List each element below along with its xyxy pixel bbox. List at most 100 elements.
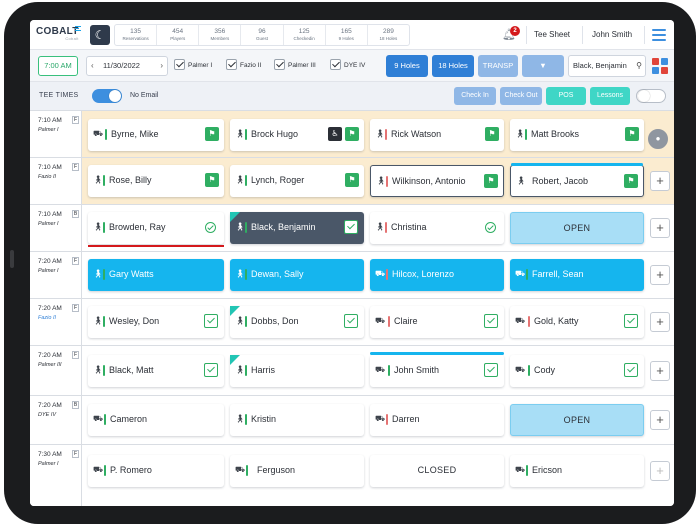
add-player-button[interactable]: + <box>650 410 670 430</box>
player-slot-selected[interactable]: 🚶︎ Black, Benjamin <box>230 212 364 244</box>
player-slot[interactable]: ⛟ John Smith <box>370 352 504 387</box>
cart-icon: ⛟ <box>375 414 386 423</box>
walker-icon: 🚶︎ <box>376 176 387 185</box>
player-slot[interactable]: ⛟ P. Romero <box>88 455 224 487</box>
open-slot[interactable]: OPEN <box>510 212 644 244</box>
cart-icon: ⛟ <box>515 465 526 474</box>
walker-icon: 🚶︎ <box>515 129 526 138</box>
add-player-button[interactable]: + <box>650 171 670 191</box>
stat-members: 356 Members <box>199 25 242 45</box>
player-slot[interactable]: 🚶︎ Wesley, Don <box>88 306 224 338</box>
player-slot[interactable]: ⛟ Cameron <box>88 404 224 436</box>
time-select[interactable]: 7:00 AM <box>38 56 78 76</box>
top-bar: COBALT Cobalt ☾ 135 Reservations 454 Playe… <box>30 20 674 50</box>
dark-mode-button[interactable]: ☾ <box>90 25 110 45</box>
check-circle-icon <box>205 222 216 233</box>
player-slot[interactable]: ⛟ Gold, Katty <box>510 306 644 338</box>
add-player-button[interactable]: + <box>650 265 670 285</box>
search-icon[interactable]: ⚲ <box>636 56 642 76</box>
player-slot[interactable]: 🚶︎ Kristin <box>230 404 364 436</box>
user-name[interactable]: John Smith <box>592 30 632 39</box>
divider <box>582 26 583 44</box>
walker-icon: 🚶︎ <box>235 175 246 184</box>
wheelchair-icon: ♿︎ <box>328 127 342 141</box>
add-player-button[interactable]: + <box>650 218 670 238</box>
player-slot[interactable]: 🚶︎ Browden, Ray <box>88 212 224 247</box>
open-slot[interactable]: OPEN <box>510 404 644 436</box>
lessons-button[interactable]: Lessons <box>590 87 630 105</box>
player-slot[interactable]: 🚶︎ Rick Watson ⚑ <box>370 119 504 151</box>
player-slot[interactable]: 🚶︎ Lynch, Roger ⚑ <box>230 165 364 197</box>
add-player-button[interactable]: + <box>650 361 670 381</box>
add-player-button[interactable]: + <box>650 312 670 332</box>
cart-icon: ⛟ <box>93 414 104 423</box>
stat-9-holes: 165 9 Holes <box>326 25 368 45</box>
player-slot[interactable]: 🚶︎ Christina <box>370 212 504 244</box>
player-slot[interactable]: 🚶︎ Dewan, Sally <box>230 259 364 291</box>
grid-view-icon[interactable] <box>652 58 668 74</box>
chevron-left-icon[interactable]: ‹ <box>91 57 94 75</box>
transp-button[interactable]: TRANSP <box>478 55 518 77</box>
walker-icon: 🚶︎ <box>93 175 104 184</box>
player-slot[interactable]: 🚶︎ Black, Matt <box>88 355 224 387</box>
check-square-icon <box>484 363 498 377</box>
player-slot[interactable]: ⛟ Darren <box>370 404 504 436</box>
player-slot[interactable]: ⛟ Hilcox, Lorenzo <box>370 259 504 291</box>
player-slot[interactable]: ⛟ Ferguson <box>230 455 364 487</box>
chevron-right-icon[interactable]: › <box>160 57 163 75</box>
player-slot[interactable]: 🚶︎ Matt Brooks ⚑ <box>510 119 644 151</box>
18-holes-button[interactable]: 18 Holes <box>432 55 474 77</box>
9-holes-button[interactable]: 9 Holes <box>386 55 428 77</box>
lessons-toggle[interactable] <box>636 89 666 103</box>
course-filter-palmer-iii[interactable]: Palmer III <box>274 56 316 76</box>
check-in-button[interactable]: Check In <box>454 87 496 105</box>
player-slot[interactable]: 🚶︎ Rose, Billy ⚑ <box>88 165 224 197</box>
logo-lines-icon <box>75 26 81 34</box>
player-slot[interactable]: ⛟ Cody <box>510 355 644 387</box>
check-square-icon <box>204 314 218 328</box>
player-slot[interactable]: ⛟ Claire <box>370 306 504 338</box>
filter-button[interactable]: ▼ <box>522 55 564 77</box>
app-screen: COBALT Cobalt ☾ 135 Reservations 454 Playe… <box>30 20 674 506</box>
walker-icon: 🚶︎ <box>93 269 104 278</box>
date-picker[interactable]: ‹ 11/30/2022 › <box>86 56 168 76</box>
tee-time-label: 7:10 AM F Palmer I <box>30 111 82 157</box>
player-slot[interactable]: ⛟ Byrne, Mike ⚑ <box>88 119 224 151</box>
drag-handle[interactable]: ● <box>648 129 668 149</box>
player-slot[interactable]: 🚶︎ Robert, Jacob ⚑ <box>510 163 644 197</box>
player-slot[interactable]: 🚶︎ Brock Hugo ♿︎ ⚑ <box>230 119 364 151</box>
check-circle-icon <box>485 222 496 233</box>
cart-icon: ⛟ <box>375 269 386 278</box>
search-input[interactable]: Black, Benjamin ⚲ <box>568 55 646 77</box>
divider <box>526 26 527 44</box>
course-filter-dye-iv[interactable]: DYE IV <box>330 56 365 76</box>
pushcart-icon: ⛟ <box>515 365 526 374</box>
player-slot[interactable]: 🚶︎ Gary Watts <box>88 259 224 291</box>
checkbox-icon <box>226 58 237 70</box>
walker-icon: 🚶︎ <box>235 316 246 325</box>
course-filter-fazio-ii[interactable]: Fazio II <box>226 56 261 76</box>
tee-time-label: 7:10 AM F Fazio II <box>30 158 82 204</box>
course-filter-palmer-i[interactable]: Palmer I <box>174 56 212 76</box>
player-slot[interactable]: ⛟ Farrell, Sean <box>510 259 644 291</box>
checkbox-icon <box>274 58 285 70</box>
tee-time-row: 7:20 AM F Fazio II 🚶︎ Wesley, Don 🚶︎ Dobbs, … <box>30 298 674 345</box>
tablet-frame: COBALT Cobalt ☾ 135 Reservations 454 Playe… <box>4 2 696 524</box>
player-slot[interactable]: 🚶︎ Dobbs, Don <box>230 306 364 338</box>
player-slot[interactable]: ⛟ Ericson <box>510 455 644 487</box>
player-slot[interactable]: 🚶︎ Harris <box>230 355 364 387</box>
menu-icon[interactable] <box>652 29 666 41</box>
tee-time-row: 7:30 AM F Palmer I ⛟ P. Romero ⛟ Ferguson CL… <box>30 444 674 506</box>
checkbox-icon <box>174 58 185 70</box>
tee-sheet-link[interactable]: Tee Sheet <box>534 30 570 39</box>
controls-row: TEE TIMES No Email Check In Check Out PO… <box>30 82 674 110</box>
tee-times-toggle[interactable] <box>92 89 122 103</box>
add-player-button[interactable]: + <box>650 461 670 481</box>
no-email-label: No Email <box>130 92 159 99</box>
stats-bar: 135 Reservations 454 Players 356 Members 96… <box>114 24 410 46</box>
pos-button[interactable]: POS <box>546 87 586 105</box>
check-out-button[interactable]: Check Out <box>500 87 542 105</box>
tee-time-row: 7:20 AM F Palmer III 🚶︎ Black, Matt 🚶︎ Harri… <box>30 345 674 395</box>
player-slot[interactable]: 🚶︎ Wilkinson, Antonio ⚑ <box>370 165 504 197</box>
tee-time-label: 7:30 AM F Palmer I <box>30 445 82 506</box>
